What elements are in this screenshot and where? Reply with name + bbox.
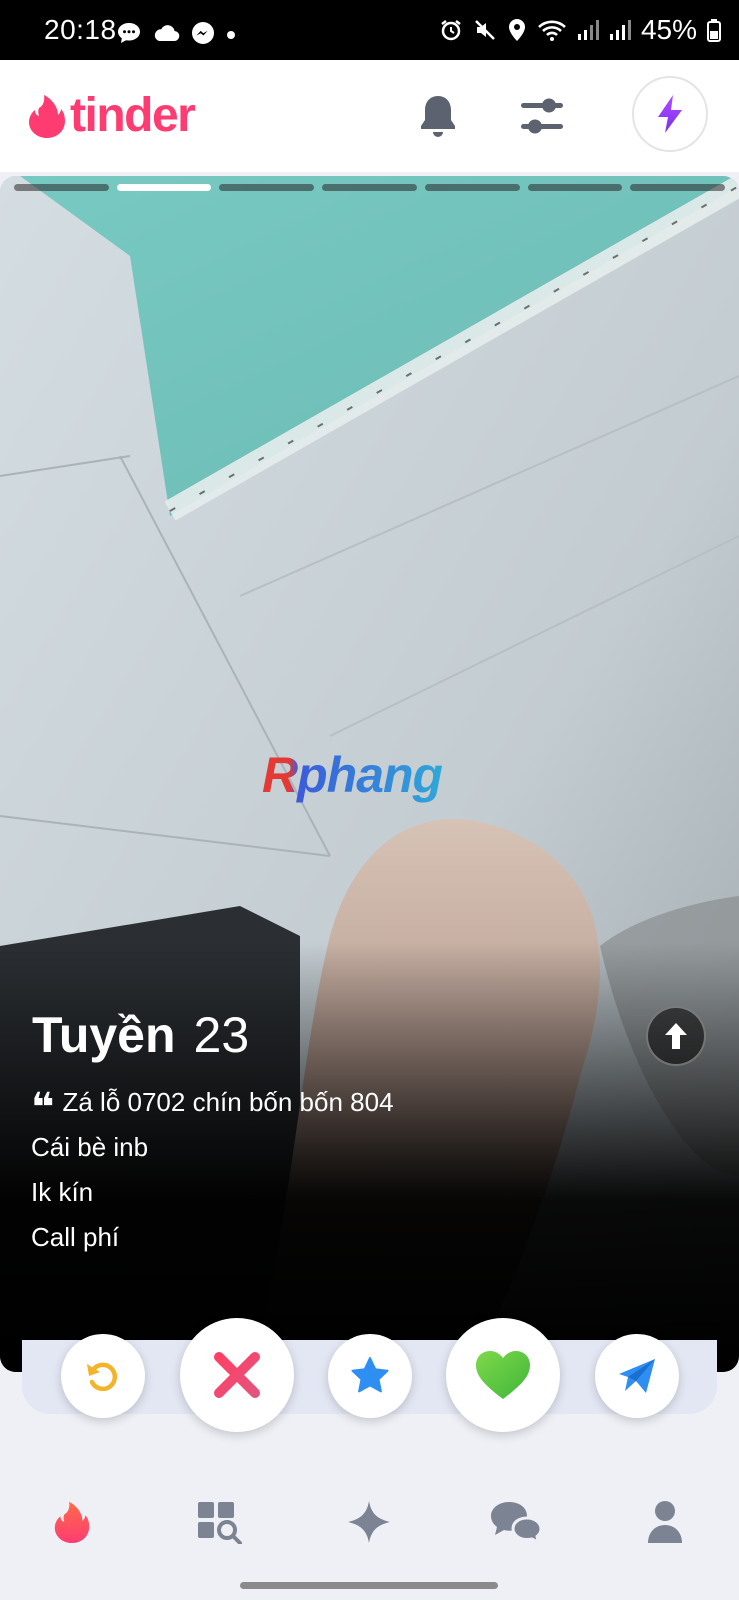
nope-button[interactable] [180, 1318, 294, 1432]
mute-icon [473, 18, 497, 42]
status-time: 20:18 [44, 14, 117, 45]
rewind-icon [87, 1362, 118, 1392]
photo-indicator[interactable] [14, 184, 109, 191]
boost-lightning-icon [658, 95, 682, 133]
super-like-button[interactable] [328, 1334, 412, 1418]
signal-icon [577, 18, 599, 42]
location-icon [507, 18, 527, 42]
nav-chats[interactable] [486, 1492, 546, 1552]
nav-gold[interactable] [339, 1492, 399, 1552]
profile-name: Tuyền [32, 1007, 176, 1063]
x-icon [214, 1352, 260, 1398]
person-icon [648, 1501, 682, 1543]
arrow-up-icon [665, 1023, 687, 1049]
flame-icon [54, 1501, 90, 1544]
rewind-button[interactable] [61, 1334, 145, 1418]
open-profile-button[interactable] [646, 1006, 706, 1066]
message-icon [116, 21, 142, 50]
cloud-icon [152, 23, 180, 48]
nav-explore[interactable] [190, 1492, 250, 1552]
bottom-navigation [0, 1462, 739, 1572]
app-header: tinder [0, 60, 739, 172]
home-indicator[interactable] [240, 1582, 498, 1589]
photo-progress-bar [14, 184, 726, 191]
profile-age: 23 [193, 1007, 250, 1063]
battery-icon [707, 18, 721, 42]
photo-indicator[interactable] [527, 184, 623, 191]
status-bar: 20:18 45% [0, 0, 739, 60]
heart-icon [476, 1351, 530, 1399]
bell-icon [421, 96, 455, 137]
like-button[interactable] [446, 1318, 560, 1432]
logo-text: tinder [70, 89, 196, 142]
nav-profile[interactable] [635, 1492, 695, 1552]
paper-plane-icon [619, 1359, 655, 1393]
bio-line: ❝ Zá lỗ 0702 chín bốn bốn 804 [31, 1085, 394, 1130]
status-notification-icons [116, 20, 236, 51]
star-icon [351, 1357, 389, 1393]
boost-message-button[interactable] [595, 1334, 679, 1418]
photo-indicator[interactable] [424, 184, 520, 191]
profile-name-age: Tuyền 23 [32, 1006, 249, 1064]
bio-line: Ik kín [31, 1177, 94, 1207]
profile-card[interactable]: Rphang Tuyền 23 ❝ Zá lỗ 0702 chín bốn bố… [0, 176, 739, 1372]
profile-bio: ❝ Zá lỗ 0702 chín bốn bốn 804 Cái bè inb… [31, 1080, 394, 1260]
filters-button[interactable] [514, 88, 570, 144]
chat-bubbles-icon [491, 1502, 543, 1544]
wifi-icon [537, 18, 567, 42]
filter-sliders-icon [521, 98, 563, 134]
explore-grid-icon [198, 1502, 242, 1544]
sparkle-icon [348, 1501, 390, 1543]
signal-icon [609, 18, 631, 42]
tinder-logo[interactable]: tinder [28, 88, 196, 144]
notifications-button[interactable] [410, 88, 466, 144]
boost-button[interactable] [632, 76, 708, 152]
alarm-icon [439, 18, 463, 42]
quote-icon: ❝ [31, 1085, 55, 1130]
battery-text: 45% [640, 14, 697, 45]
photo-indicator[interactable] [219, 184, 315, 191]
photo-indicator-active[interactable] [116, 184, 212, 191]
watermark: Rphang [262, 747, 443, 803]
status-system-icons: 45% [439, 14, 721, 46]
nav-discover[interactable] [42, 1492, 102, 1552]
messenger-icon [190, 20, 216, 51]
photo-indicator[interactable] [630, 184, 726, 191]
bio-line: Call phí [31, 1222, 120, 1252]
flame-logo-icon [29, 95, 65, 138]
dot-icon [226, 27, 236, 45]
photo-indicator[interactable] [322, 184, 417, 191]
bio-line: Cái bè inb [31, 1132, 149, 1162]
